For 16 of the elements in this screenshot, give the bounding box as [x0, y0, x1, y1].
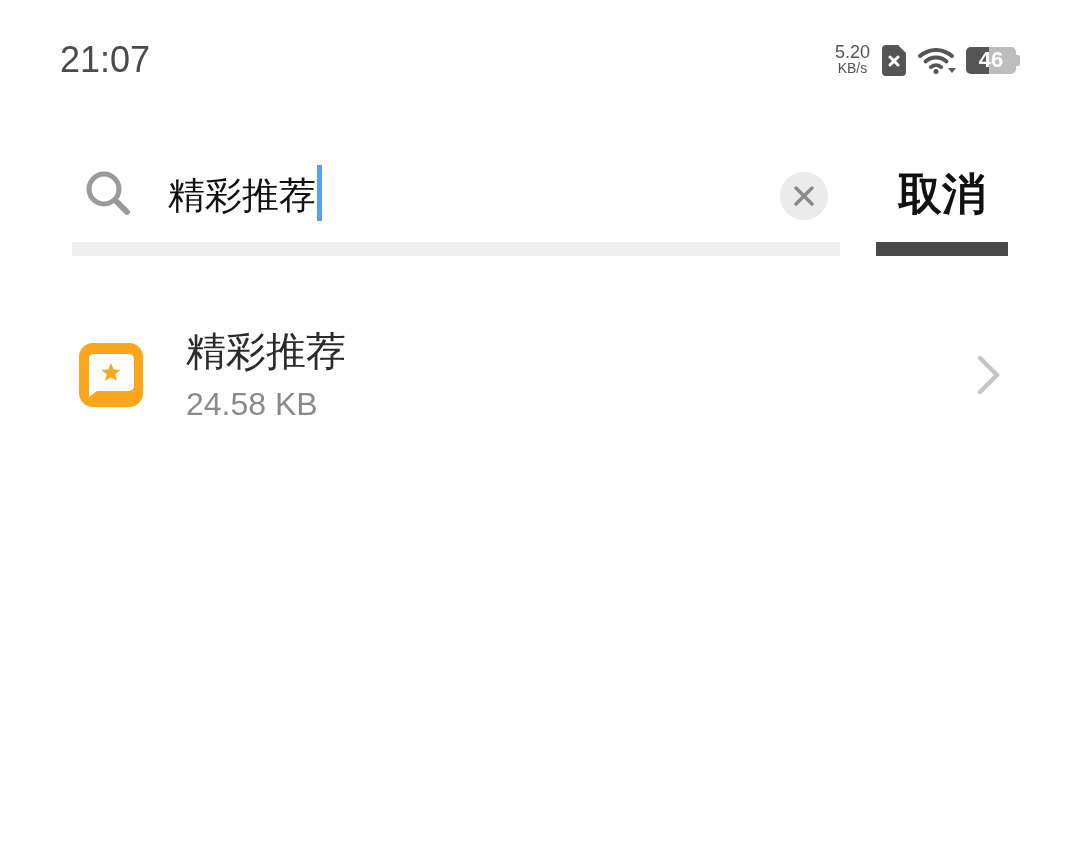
status-time: 21:07 — [60, 40, 151, 80]
close-icon — [794, 186, 814, 206]
result-file-size: 24.58 KB — [186, 385, 319, 424]
network-speed: 5.20 — [834, 44, 870, 61]
search-query: 精彩推荐 — [168, 173, 316, 219]
search-result-item[interactable]: 精彩推荐 24.58 KB — [79, 320, 1002, 430]
chevron-right-icon — [976, 355, 1002, 395]
wifi-icon — [918, 46, 956, 74]
search-field[interactable]: 精彩推荐 — [72, 150, 840, 256]
search-icon — [85, 170, 131, 216]
sim-card-icon — [882, 44, 906, 76]
cancel-button[interactable]: 取消 — [876, 150, 1008, 256]
text-cursor — [317, 165, 322, 221]
clear-button[interactable] — [780, 172, 828, 220]
result-title: 精彩推荐 — [186, 327, 346, 376]
network-speed-unit: KB/s — [837, 61, 868, 76]
